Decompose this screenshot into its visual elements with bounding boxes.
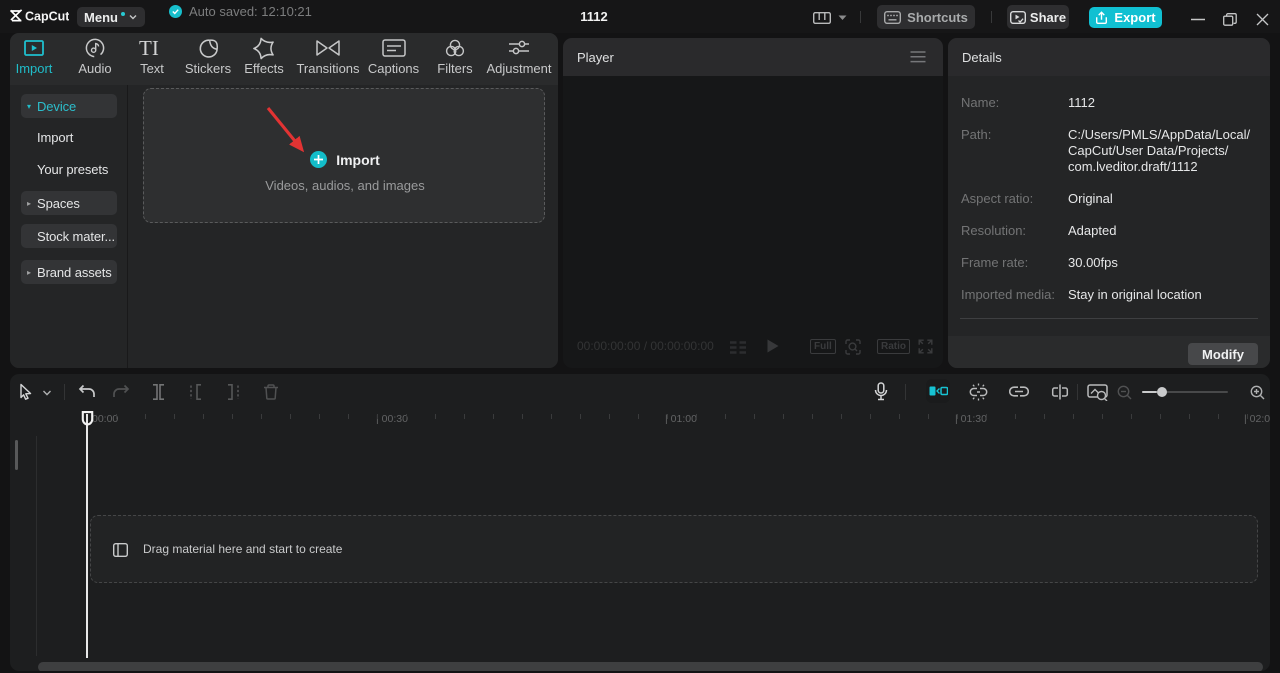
svg-text:TI: TI <box>139 38 159 58</box>
